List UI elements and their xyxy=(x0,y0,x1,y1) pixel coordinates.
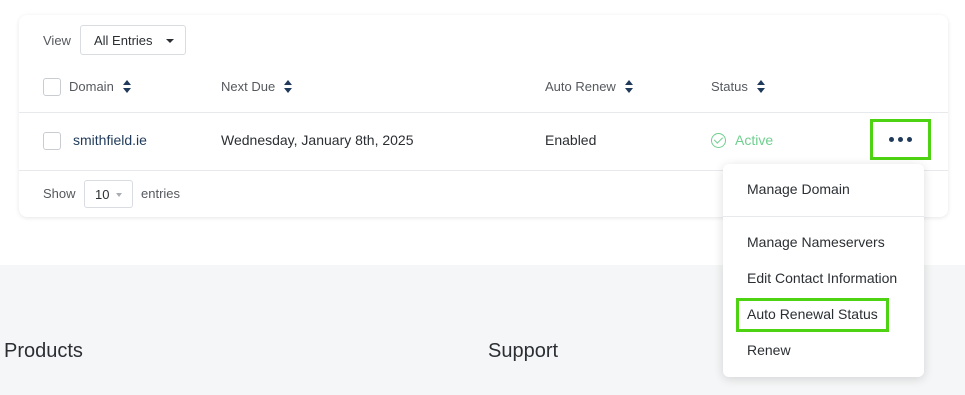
sort-icon xyxy=(756,80,765,93)
status-text: Active xyxy=(735,132,774,148)
row-actions-button[interactable] xyxy=(870,119,931,160)
sort-icon xyxy=(624,80,633,93)
row-select-checkbox[interactable] xyxy=(43,132,61,150)
footer-heading-support: Support xyxy=(488,340,559,362)
status-badge: Active xyxy=(711,132,773,148)
column-header-label: Status xyxy=(711,79,748,94)
menu-item-manage-nameservers[interactable]: Manage Nameservers xyxy=(747,234,885,250)
menu-divider xyxy=(723,216,924,217)
show-label: Show xyxy=(43,186,76,201)
select-all-checkbox[interactable] xyxy=(43,78,61,96)
caret-down-icon xyxy=(116,193,122,197)
column-header-domain[interactable]: Domain xyxy=(69,79,131,94)
entries-label: entries xyxy=(141,186,181,201)
row-actions-menu: Manage Domain Manage Nameservers Edit Co… xyxy=(723,164,924,377)
auto-renew-value: Enabled xyxy=(545,132,597,148)
ellipsis-icon xyxy=(889,137,894,142)
view-filter-value: All Entries xyxy=(94,33,153,48)
page-size-value: 10 xyxy=(95,187,110,202)
footer-heading-products: Products xyxy=(4,340,83,362)
menu-item-renew[interactable]: Renew xyxy=(747,342,791,358)
next-due-date: Wednesday, January 8th, 2025 xyxy=(221,132,414,148)
domain-link[interactable]: smithfield.ie xyxy=(73,132,147,148)
menu-item-edit-contact-information[interactable]: Edit Contact Information xyxy=(747,270,897,286)
view-filter-select[interactable]: All Entries xyxy=(80,25,186,55)
view-label: View xyxy=(43,33,71,48)
column-header-status[interactable]: Status xyxy=(711,79,765,94)
column-header-label: Domain xyxy=(69,79,114,94)
column-header-next-due[interactable]: Next Due xyxy=(221,79,293,94)
caret-down-icon xyxy=(166,39,174,43)
menu-item-auto-renewal-status[interactable]: Auto Renewal Status xyxy=(747,306,878,322)
column-header-label: Next Due xyxy=(221,79,276,94)
menu-item-manage-domain[interactable]: Manage Domain xyxy=(747,181,850,197)
sort-icon xyxy=(122,80,131,93)
column-header-label: Auto Renew xyxy=(545,79,616,94)
sort-icon xyxy=(284,80,293,93)
check-circle-icon xyxy=(711,132,726,148)
header-divider xyxy=(19,112,948,113)
column-header-auto-renew[interactable]: Auto Renew xyxy=(545,79,633,94)
page-size-select[interactable]: 10 xyxy=(84,180,133,208)
